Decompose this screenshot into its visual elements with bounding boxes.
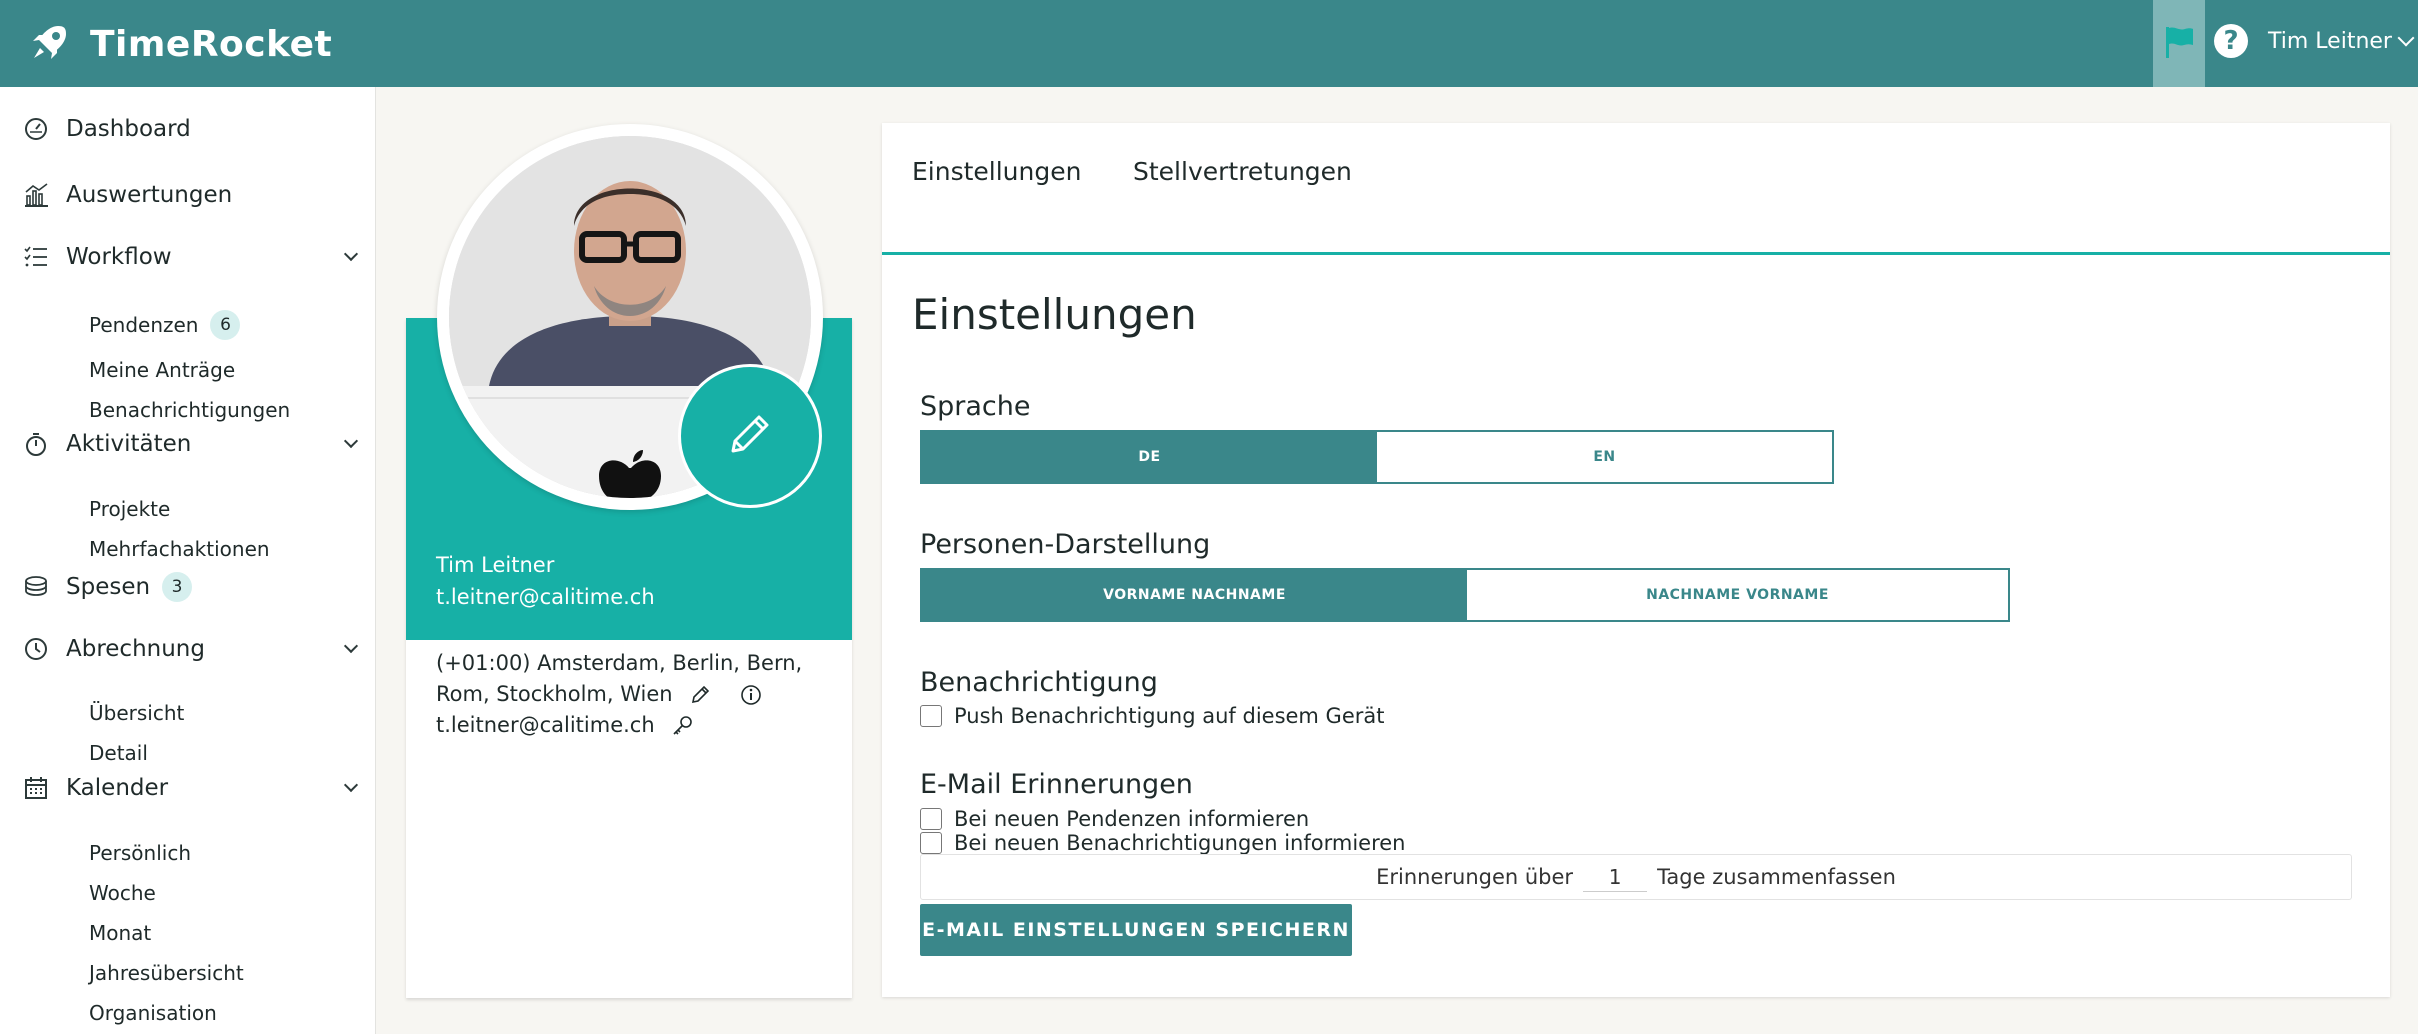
- sidebar-item-persoenlich[interactable]: Persönlich: [89, 838, 191, 868]
- person-label: Personen-Darstellung: [920, 529, 1211, 560]
- summary-prefix: Erinnerungen über: [1376, 865, 1574, 889]
- user-menu[interactable]: Tim Leitner: [2268, 24, 2415, 58]
- rocket-icon: [28, 20, 72, 68]
- key-icon[interactable]: [671, 715, 693, 737]
- sidebar-item-label: Workflow: [66, 244, 172, 270]
- sprache-toggle: DE EN: [920, 430, 1834, 484]
- help-button[interactable]: ?: [2214, 24, 2248, 58]
- chevron-down-icon[interactable]: [343, 246, 359, 262]
- sidebar-item-detail[interactable]: Detail: [89, 738, 148, 768]
- pencil-icon[interactable]: [689, 684, 711, 706]
- sprache-option-en[interactable]: EN: [1377, 432, 1832, 482]
- login-row: t.leitner@calitime.ch: [436, 710, 836, 741]
- timezone-line-1: (+01:00) Amsterdam, Berlin, Bern,: [436, 651, 803, 675]
- email-pendenzen-checkbox[interactable]: [920, 808, 942, 830]
- push-notification-checkbox[interactable]: [920, 705, 942, 727]
- sidebar: Dashboard Auswertungen Workflow Pendenze…: [0, 87, 376, 1034]
- email-pendenzen-label: Bei neuen Pendenzen informieren: [954, 807, 1310, 831]
- sidebar-item-spesen[interactable]: Spesen 3: [22, 567, 356, 607]
- login-email: t.leitner@calitime.ch: [436, 713, 655, 737]
- sidebar-item-label: Auswertungen: [66, 182, 233, 208]
- sidebar-item-label: Abrechnung: [66, 636, 205, 662]
- sidebar-item-dashboard[interactable]: Dashboard: [22, 109, 356, 149]
- clock-icon: [22, 635, 50, 663]
- email-benachrichtigungen-checkbox[interactable]: [920, 832, 942, 854]
- calendar-icon: [22, 774, 50, 802]
- sidebar-item-abrechnung[interactable]: Abrechnung: [22, 629, 359, 669]
- pencil-icon: [725, 409, 775, 463]
- summary-suffix: Tage zusammenfassen: [1657, 865, 1896, 889]
- sidebar-item-label: Spesen: [66, 574, 151, 600]
- chevron-down-icon[interactable]: [343, 433, 359, 449]
- email-benachrichtigungen-label: Bei neuen Benachrichtigungen informieren: [954, 831, 1406, 855]
- person-option-vorname-nachname[interactable]: VORNAME NACHNAME: [922, 570, 1467, 620]
- sidebar-item-organisation[interactable]: Organisation: [89, 998, 217, 1028]
- sidebar-item-label: Dashboard: [66, 116, 191, 142]
- edit-photo-button[interactable]: [678, 364, 822, 508]
- page-title: Einstellungen: [912, 290, 1197, 339]
- info-icon[interactable]: [740, 684, 762, 706]
- stopwatch-icon: [22, 430, 50, 458]
- sidebar-item-benachrichtigungen[interactable]: Benachrichtigungen: [89, 395, 290, 425]
- email-reminders-label: E-Mail Erinnerungen: [920, 769, 1193, 800]
- sidebar-item-jahresuebersicht[interactable]: Jahresübersicht: [89, 958, 244, 988]
- sidebar-item-mehrfachaktionen[interactable]: Mehrfachaktionen: [89, 534, 270, 564]
- sidebar-item-woche[interactable]: Woche: [89, 878, 156, 908]
- tab-stellvertretungen[interactable]: Stellvertretungen: [1133, 157, 1352, 186]
- sidebar-item-aktivitaeten[interactable]: Aktivitäten: [22, 424, 359, 464]
- chevron-down-icon: [2397, 29, 2415, 47]
- chevron-down-icon[interactable]: [343, 638, 359, 654]
- spesen-count-badge: 3: [162, 572, 193, 602]
- bar-chart-icon: [22, 181, 50, 209]
- timezone-row: Rom, Stockholm, Wien: [436, 679, 836, 710]
- dashboard-icon: [22, 115, 50, 143]
- flag-icon: [2163, 25, 2195, 63]
- coins-icon: [22, 573, 50, 601]
- profile-email: t.leitner@calitime.ch: [436, 585, 655, 609]
- sidebar-item-workflow[interactable]: Workflow: [22, 237, 359, 277]
- sidebar-item-kalender[interactable]: Kalender: [22, 768, 359, 808]
- tab-einstellungen[interactable]: Einstellungen: [912, 157, 1081, 186]
- sidebar-item-monat[interactable]: Monat: [89, 918, 151, 948]
- settings-panel: Einstellungen Stellvertretungen Einstell…: [882, 123, 2390, 997]
- sidebar-item-meine-antraege[interactable]: Meine Anträge: [89, 355, 235, 385]
- sidebar-item-label: Aktivitäten: [66, 431, 192, 457]
- profile-details: (+01:00) Amsterdam, Berlin, Bern, Rom, S…: [436, 648, 836, 741]
- user-name: Tim Leitner: [2268, 28, 2392, 54]
- app-name: TimeRocket: [90, 23, 333, 65]
- summary-days-input[interactable]: [1583, 862, 1648, 892]
- pendenzen-count-badge: 6: [210, 310, 241, 340]
- email-pendenzen-row[interactable]: Bei neuen Pendenzen informieren: [920, 806, 1309, 832]
- sidebar-item-projekte[interactable]: Projekte: [89, 494, 170, 524]
- summary-days-row: Erinnerungen über Tage zusammenfassen: [920, 854, 2352, 900]
- email-benachrichtigungen-row[interactable]: Bei neuen Benachrichtigungen informieren: [920, 830, 1405, 856]
- timezone-line-2: Rom, Stockholm, Wien: [436, 682, 673, 706]
- push-notification-row[interactable]: Push Benachrichtigung auf diesem Gerät: [920, 703, 1385, 729]
- sprache-option-de[interactable]: DE: [922, 432, 1377, 482]
- brand-logo[interactable]: TimeRocket: [28, 18, 332, 70]
- chevron-down-icon[interactable]: [343, 777, 359, 793]
- flag-button[interactable]: [2153, 0, 2205, 87]
- profile-name: Tim Leitner: [436, 553, 555, 577]
- sidebar-item-auswertungen[interactable]: Auswertungen: [22, 175, 356, 215]
- sidebar-item-pendenzen[interactable]: Pendenzen 6: [89, 310, 241, 340]
- benachrichtigung-label: Benachrichtigung: [920, 667, 1158, 698]
- top-bar: TimeRocket ? Tim Leitner: [0, 0, 2418, 87]
- checklist-icon: [22, 243, 50, 271]
- person-toggle: VORNAME NACHNAME NACHNAME VORNAME: [920, 568, 2010, 622]
- person-option-nachname-vorname[interactable]: NACHNAME VORNAME: [1467, 570, 2008, 620]
- sidebar-item-uebersicht[interactable]: Übersicht: [89, 698, 184, 728]
- save-email-settings-button[interactable]: E-MAIL EINSTELLUNGEN SPEICHERN: [920, 904, 1352, 956]
- sidebar-item-label: Pendenzen: [89, 313, 199, 337]
- sprache-label: Sprache: [920, 391, 1031, 422]
- tab-bar: Einstellungen Stellvertretungen: [882, 123, 2390, 255]
- push-notification-label: Push Benachrichtigung auf diesem Gerät: [954, 704, 1385, 728]
- sidebar-item-label: Kalender: [66, 775, 169, 801]
